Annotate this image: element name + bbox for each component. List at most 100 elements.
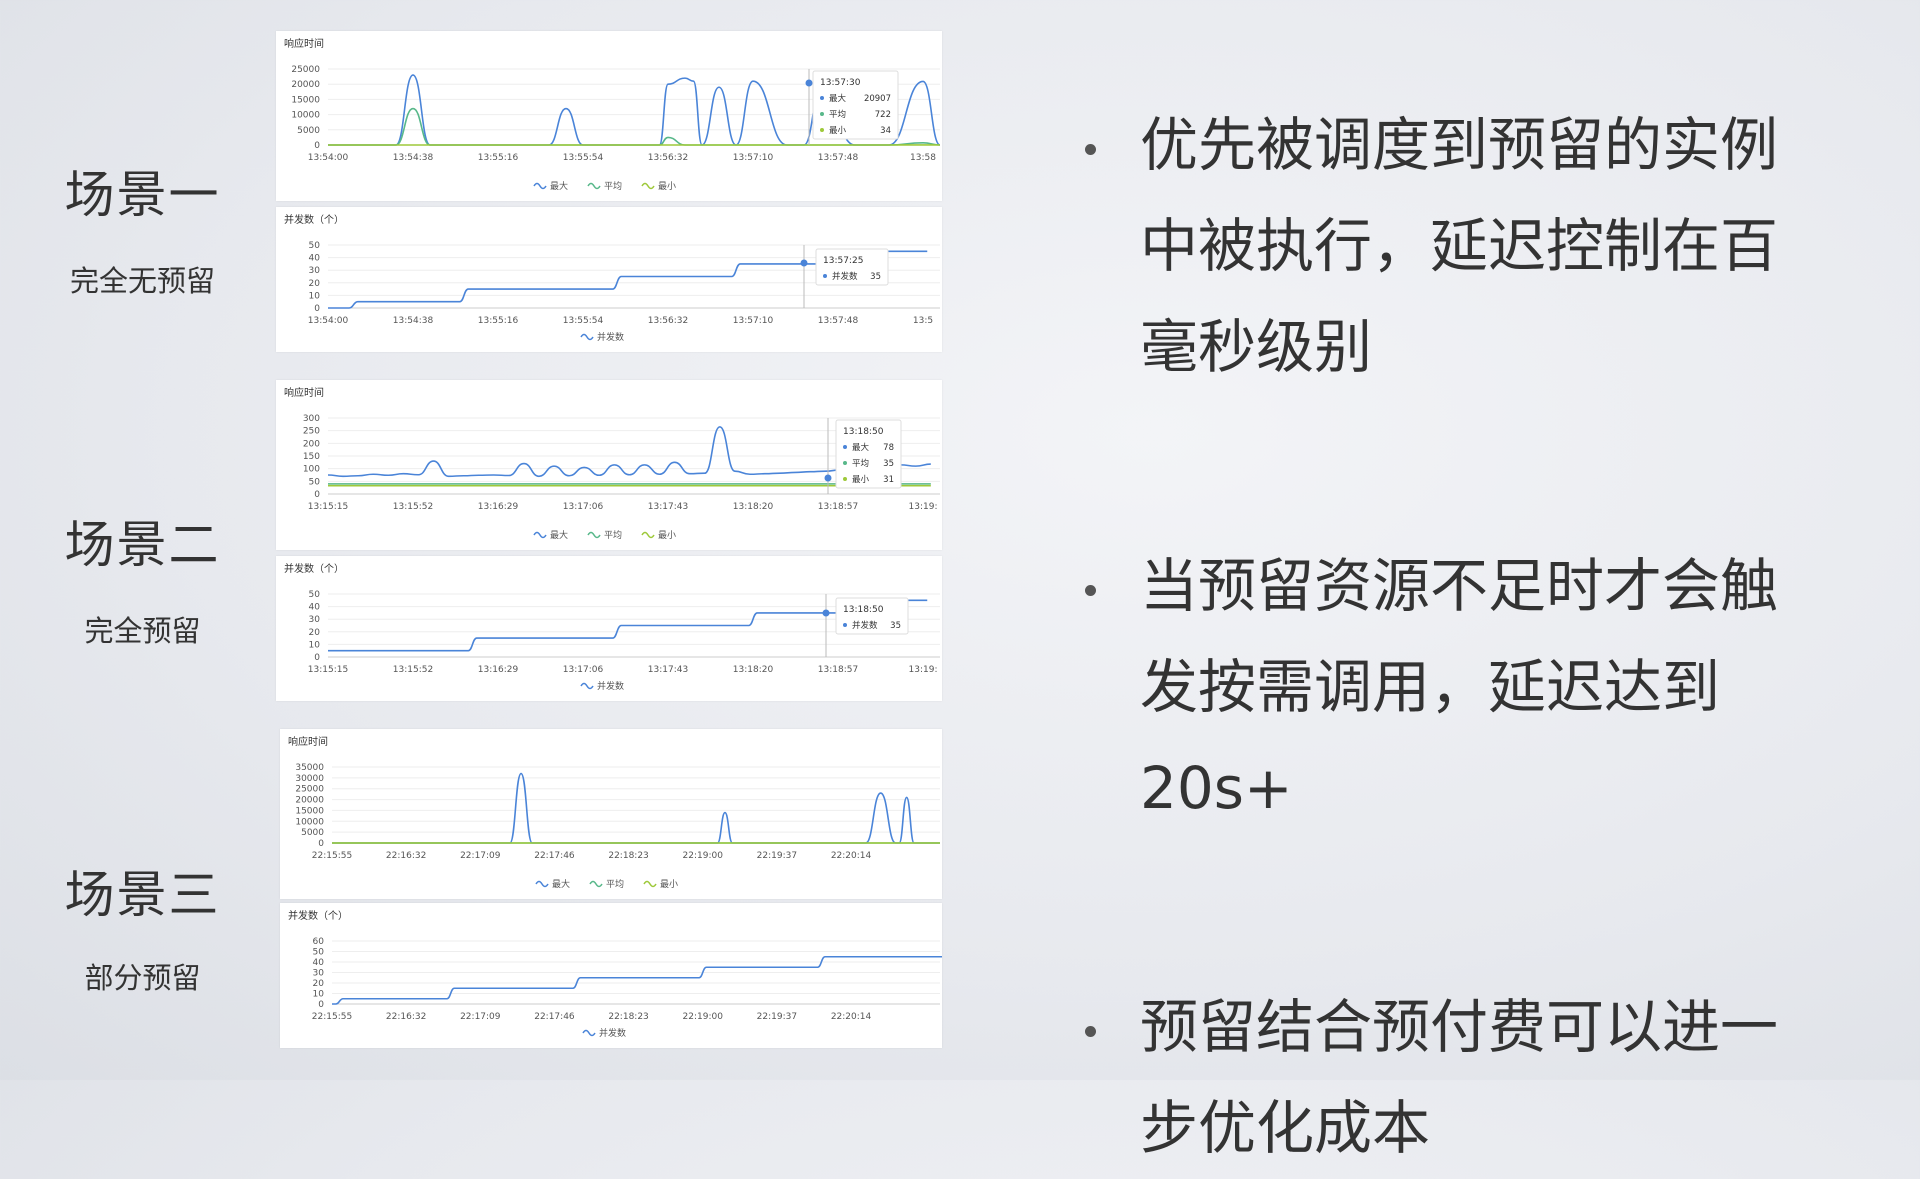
x-tick-label: 13:19:: [909, 502, 938, 512]
x-tick-label: 22:20:14: [831, 1012, 872, 1022]
chart-title: 并发数（个）: [288, 909, 348, 922]
y-tick-label: 10000: [291, 111, 320, 121]
scene-1-subtitle: 完全无预留: [60, 258, 225, 300]
legend-label: 最大: [552, 878, 570, 890]
y-tick-label: 15000: [295, 806, 324, 816]
x-tick-label: 13:56:32: [648, 316, 688, 326]
x-tick-label: 13:16:29: [478, 665, 519, 675]
legend-icon: [583, 1031, 595, 1036]
x-tick-label: 13:17:43: [648, 665, 688, 675]
legend-label: 平均: [606, 878, 624, 890]
chart-title: 响应时间: [284, 386, 324, 399]
x-tick-label: 13:55:16: [478, 316, 519, 326]
x-tick-label: 22:19:37: [757, 1012, 797, 1022]
y-tick-label: 0: [314, 653, 320, 663]
response-time-chart-1: 响应时间050001000015000200002500013:54:0013:…: [276, 31, 942, 201]
legend-label: 并发数: [597, 331, 624, 343]
x-tick-label: 22:18:23: [608, 851, 648, 861]
bullet-text: 预留结合预付费可以进一步优化成本: [1140, 993, 1778, 1162]
x-tick-label: 22:16:32: [386, 851, 426, 861]
legend-icon: [536, 882, 548, 887]
y-tick-label: 20000: [291, 80, 320, 90]
tooltip-marker: [823, 610, 830, 617]
x-tick-label: 13:15:15: [308, 502, 348, 512]
tooltip-dot: [843, 445, 847, 449]
x-tick-label: 13:54:38: [393, 153, 434, 163]
y-tick-label: 30: [313, 969, 325, 979]
tooltip-label: 平均: [829, 109, 846, 120]
y-tick-label: 20000: [295, 796, 324, 806]
x-tick-label: 13:15:52: [393, 502, 433, 512]
x-tick-label: 22:19:00: [683, 851, 724, 861]
y-tick-label: 20: [309, 628, 321, 638]
x-tick-label: 13:57:48: [818, 153, 859, 163]
x-tick-label: 13:57:48: [818, 316, 859, 326]
y-tick-label: 10: [309, 291, 321, 301]
legend-icon: [534, 533, 546, 538]
y-tick-label: 0: [314, 141, 320, 151]
tooltip-value: 35: [890, 621, 901, 631]
y-tick-label: 50: [309, 590, 321, 600]
tooltip-dot: [823, 274, 827, 278]
y-tick-label: 50: [309, 477, 321, 487]
chart-panel-6: 并发数（个）010203040506022:15:5522:16:3222:17…: [280, 903, 942, 1048]
x-tick-label: 22:15:55: [312, 1012, 352, 1022]
x-tick-label: 22:15:55: [312, 851, 352, 861]
y-tick-label: 150: [303, 452, 320, 462]
tooltip-label: 最大: [829, 93, 847, 104]
tooltip-value: 722: [875, 110, 891, 120]
scene-3-title: 场景三: [60, 855, 225, 927]
x-tick-label: 22:17:46: [534, 851, 575, 861]
chart-panel-1: 响应时间050001000015000200002500013:54:0013:…: [276, 31, 942, 201]
x-tick-label: 13:18:20: [733, 665, 774, 675]
legend-label: 平均: [604, 529, 622, 541]
tooltip-time: 13:18:50: [843, 605, 884, 615]
tooltip-label: 最小: [852, 474, 870, 485]
tooltip-dot: [820, 128, 824, 132]
x-tick-label: 22:19:37: [757, 851, 797, 861]
y-tick-label: 20: [309, 279, 321, 289]
chart-title: 并发数（个）: [284, 562, 344, 575]
scene-2-title: 场景二: [60, 505, 225, 577]
legend-icon: [581, 335, 593, 340]
y-tick-label: 300: [303, 414, 320, 424]
chart-panel-4: 并发数（个）0102030405013:15:1513:15:5213:16:2…: [276, 556, 942, 701]
tooltip-dot: [843, 477, 847, 481]
bullet-dot: [1085, 585, 1096, 596]
legend-label: 最小: [658, 530, 676, 541]
y-tick-label: 200: [303, 439, 320, 449]
bullet-text: 优先被调度到预留的实例中被执行，延迟控制在百毫秒级别: [1140, 111, 1778, 381]
bullet-dot: [1085, 1026, 1096, 1037]
x-tick-label: 13:18:57: [818, 665, 858, 675]
x-tick-label: 13:18:20: [733, 502, 774, 512]
tooltip-value: 34: [880, 126, 891, 136]
legend-icon: [581, 684, 593, 689]
y-tick-label: 25000: [295, 785, 324, 795]
scene-3-subtitle: 部分预留: [60, 955, 225, 997]
legend-label: 最大: [550, 529, 568, 541]
x-tick-label: 22:17:09: [460, 851, 501, 861]
tooltip-label: 最小: [829, 125, 847, 136]
x-tick-label: 13:17:43: [648, 502, 688, 512]
y-tick-label: 0: [314, 304, 320, 314]
chart-title: 响应时间: [288, 735, 328, 748]
x-tick-label: 22:19:00: [683, 1012, 724, 1022]
legend-icon: [642, 533, 654, 538]
y-tick-label: 0: [314, 490, 320, 500]
tooltip-dot: [843, 461, 847, 465]
tooltip-marker: [825, 475, 832, 482]
legend-icon: [642, 184, 654, 189]
bullet-item: 当预留资源不足时才会触发按需调用，延迟达到20s+: [1085, 536, 1825, 839]
legend-label: 并发数: [597, 680, 624, 692]
bullet-list: 优先被调度到预留的实例中被执行，延迟控制在百毫秒级别 当预留资源不足时才会触发按…: [1085, 95, 1825, 1179]
tooltip-label: 并发数: [832, 271, 858, 282]
y-tick-label: 0: [318, 839, 324, 849]
bullet-dot: [1085, 144, 1096, 155]
legend-label: 最小: [660, 879, 678, 890]
tooltip-dot: [843, 623, 847, 627]
tooltip-time: 13:57:25: [823, 256, 863, 266]
x-tick-label: 13:54:00: [308, 316, 349, 326]
y-tick-label: 0: [318, 1000, 324, 1010]
response-time-chart-3: 响应时间050001000015000200002500030000350002…: [280, 729, 942, 899]
x-tick-label: 13:5: [913, 316, 933, 326]
